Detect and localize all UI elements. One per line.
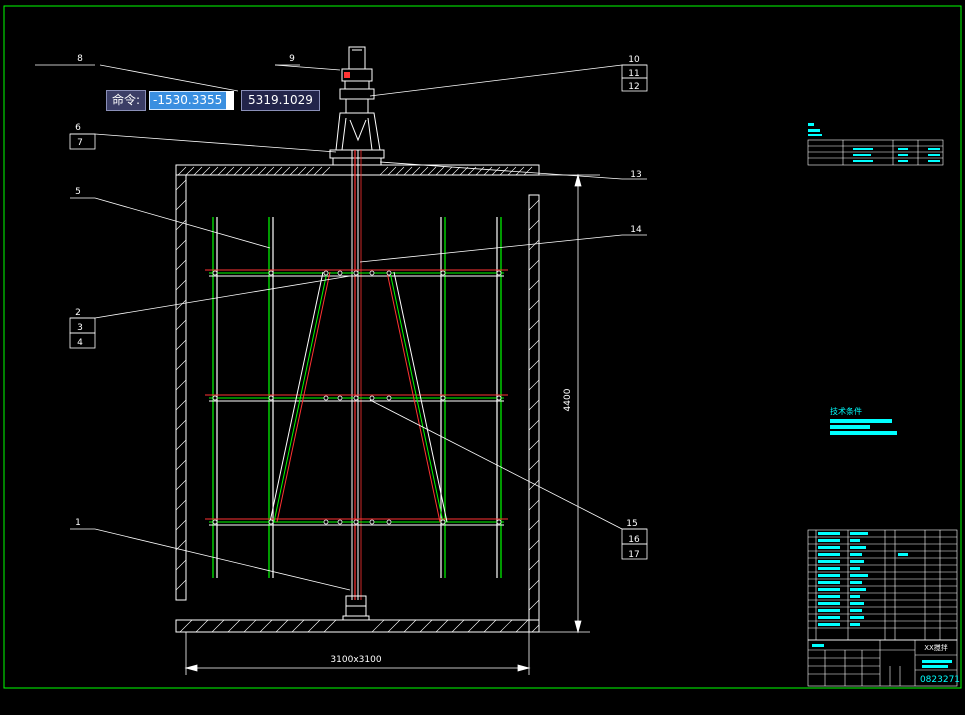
balloon-7: 7 xyxy=(77,138,83,148)
balloon-13: 13 xyxy=(630,170,641,180)
balloon-2: 2 xyxy=(75,308,81,318)
balloon-17: 17 xyxy=(628,550,639,560)
command-prompt-label: 命令: xyxy=(106,90,147,111)
balloon-10: 10 xyxy=(628,55,640,65)
balloon-9: 9 xyxy=(289,54,295,64)
balloon-5: 5 xyxy=(75,187,81,197)
text-cursor xyxy=(226,91,235,110)
motor-drive-assembly xyxy=(329,46,385,166)
balloon-8: 8 xyxy=(77,54,83,64)
balloon-12: 12 xyxy=(628,82,639,92)
drawing-number: 0823271 xyxy=(920,675,960,685)
balloon-16: 16 xyxy=(628,535,640,545)
bottom-bearing xyxy=(342,595,370,621)
balloon-15: 15 xyxy=(626,519,637,529)
motor-highlight xyxy=(344,72,350,78)
title-block-name: XX搅拌 xyxy=(924,643,948,652)
balloon-3: 3 xyxy=(77,323,83,333)
dynamic-input-tooltip: 命令: 5319.1029 xyxy=(106,90,320,111)
balloon-14: 14 xyxy=(630,225,642,235)
balloon-4: 4 xyxy=(77,338,83,348)
status-strip xyxy=(0,693,965,715)
technical-notes: 技术条件 xyxy=(830,406,897,435)
width-dimension-text: 3100x3100 xyxy=(330,655,381,665)
balloon-1: 1 xyxy=(75,518,81,528)
leader-lines xyxy=(35,64,623,591)
balloon-6: 6 xyxy=(75,123,81,133)
agitator-shaft xyxy=(351,150,362,600)
parameter-table xyxy=(807,123,944,166)
width-dimension xyxy=(184,632,531,675)
notes-heading: 技术条件 xyxy=(830,406,862,416)
balloon-11: 11 xyxy=(628,69,639,79)
height-dimension-text: 4400 xyxy=(563,388,573,411)
y-coordinate-field[interactable]: 5319.1029 xyxy=(241,90,320,111)
x-coordinate-input[interactable] xyxy=(149,91,228,110)
